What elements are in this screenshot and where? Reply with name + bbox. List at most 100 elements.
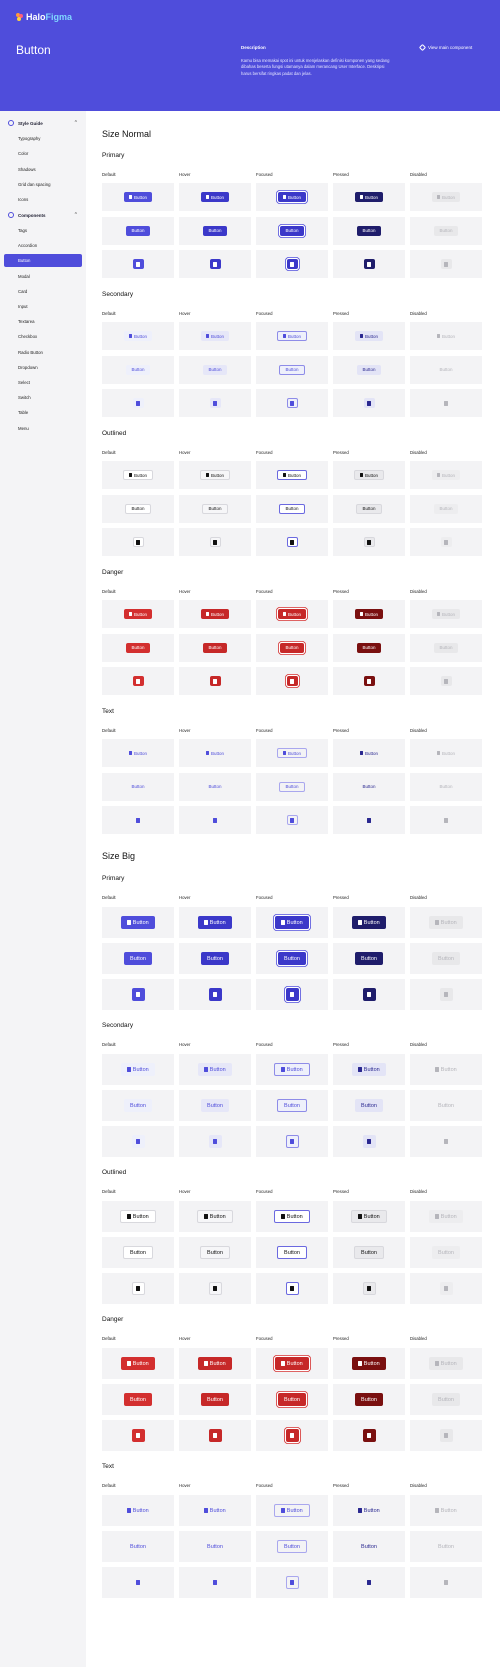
outlined-button-hover-with-icon[interactable]: Button — [199, 470, 230, 480]
sidebar-item-accordion[interactable]: Accordion — [18, 243, 37, 248]
danger-button-default-label-only[interactable]: Button — [126, 642, 150, 653]
secondary-button-focused-with-icon[interactable]: Button — [276, 331, 307, 341]
sidebar-item-menu[interactable]: Menu — [18, 426, 29, 431]
view-main-component-link[interactable]: View main component — [418, 43, 472, 52]
text-button-focused-icon-only[interactable] — [285, 1576, 299, 1589]
sidebar-item-input[interactable]: Input — [18, 304, 28, 309]
sidebar-item-card[interactable]: Card — [18, 289, 27, 294]
secondary-button-focused-label-only[interactable]: Button — [277, 1099, 307, 1112]
outlined-button-hover-icon-only[interactable] — [208, 1282, 222, 1295]
sidebar-item-table[interactable]: Table — [18, 410, 28, 415]
danger-button-pressed-icon-only[interactable] — [362, 1429, 376, 1442]
secondary-button-hover-with-icon[interactable]: Button — [200, 331, 229, 341]
secondary-button-default-label-only[interactable]: Button — [126, 364, 150, 375]
primary-button-hover-icon-only[interactable] — [209, 259, 221, 269]
secondary-button-default-label-only[interactable]: Button — [124, 1099, 152, 1112]
sidebar-item-button[interactable]: Button — [4, 254, 82, 268]
secondary-button-default-with-icon[interactable]: Button — [121, 1063, 155, 1076]
sidebar-item-modal[interactable]: Modal — [18, 274, 30, 279]
danger-button-hover-label-only[interactable]: Button — [203, 642, 227, 653]
danger-button-pressed-with-icon[interactable]: Button — [354, 609, 383, 619]
secondary-button-hover-label-only[interactable]: Button — [201, 1099, 229, 1112]
secondary-button-pressed-with-icon[interactable]: Button — [354, 331, 383, 341]
sidebar-item-radio-button[interactable]: Radio Button — [18, 350, 43, 355]
outlined-button-default-icon-only[interactable] — [132, 537, 144, 547]
secondary-button-hover-with-icon[interactable]: Button — [198, 1063, 232, 1076]
text-button-pressed-icon-only[interactable] — [363, 1576, 376, 1589]
sidebar-item-select[interactable]: Select — [18, 380, 30, 385]
secondary-button-pressed-icon-only[interactable] — [362, 1135, 376, 1148]
danger-button-hover-with-icon[interactable]: Button — [198, 1357, 232, 1370]
outlined-button-focused-label-only[interactable]: Button — [277, 1246, 307, 1259]
danger-button-default-with-icon[interactable]: Button — [121, 1357, 155, 1370]
text-button-hover-with-icon[interactable]: Button — [201, 748, 229, 758]
text-button-focused-with-icon[interactable]: Button — [276, 748, 307, 758]
outlined-button-hover-label-only[interactable]: Button — [202, 503, 228, 514]
primary-button-hover-label-only[interactable]: Button — [203, 225, 227, 236]
primary-button-pressed-icon-only[interactable] — [363, 259, 375, 269]
text-button-hover-label-only[interactable]: Button — [201, 1540, 229, 1553]
outlined-button-default-icon-only[interactable] — [131, 1282, 145, 1295]
danger-button-hover-icon-only[interactable] — [209, 676, 221, 686]
secondary-button-focused-icon-only[interactable] — [286, 398, 298, 408]
danger-button-focused-with-icon[interactable]: Button — [277, 609, 306, 619]
secondary-button-pressed-with-icon[interactable]: Button — [352, 1063, 386, 1076]
secondary-button-default-icon-only[interactable] — [131, 1135, 145, 1148]
sidebar-item-dropdown[interactable]: Dropdown — [18, 365, 38, 370]
sidebar-item-typography[interactable]: Typography — [18, 136, 40, 141]
sidebar-item-shadows[interactable]: Shadows — [18, 167, 36, 172]
sidebar-item-textarea[interactable]: Textarea — [18, 319, 34, 324]
danger-button-focused-label-only[interactable]: Button — [278, 1393, 306, 1406]
outlined-button-focused-with-icon[interactable]: Button — [276, 470, 307, 480]
primary-button-default-icon-only[interactable] — [132, 259, 144, 269]
secondary-button-pressed-label-only[interactable]: Button — [357, 364, 381, 375]
text-button-focused-icon-only[interactable] — [286, 815, 298, 825]
sidebar-item-checkbox[interactable]: Checkbox — [18, 334, 37, 339]
secondary-button-hover-icon-only[interactable] — [209, 398, 221, 408]
text-button-default-label-only[interactable]: Button — [126, 782, 149, 792]
secondary-button-hover-icon-only[interactable] — [208, 1135, 222, 1148]
text-button-pressed-with-icon[interactable]: Button — [355, 748, 383, 758]
primary-button-focused-with-icon[interactable]: Button — [277, 192, 306, 202]
outlined-button-focused-icon-only[interactable] — [285, 1282, 299, 1295]
primary-button-focused-label-only[interactable]: Button — [280, 225, 304, 236]
text-button-pressed-icon-only[interactable] — [364, 815, 375, 825]
outlined-button-pressed-label-only[interactable]: Button — [354, 1246, 384, 1259]
danger-button-default-label-only[interactable]: Button — [124, 1393, 152, 1406]
secondary-button-default-icon-only[interactable] — [132, 398, 144, 408]
sidebar-item-color[interactable]: Color — [18, 151, 28, 156]
text-button-default-with-icon[interactable]: Button — [121, 1504, 154, 1517]
danger-button-focused-label-only[interactable]: Button — [280, 642, 304, 653]
outlined-button-pressed-icon-only[interactable] — [363, 537, 375, 547]
text-button-default-icon-only[interactable] — [132, 1576, 145, 1589]
primary-button-default-with-icon[interactable]: Button — [123, 192, 152, 202]
primary-button-hover-icon-only[interactable] — [208, 988, 222, 1001]
primary-button-default-label-only[interactable]: Button — [126, 225, 150, 236]
secondary-button-focused-with-icon[interactable]: Button — [274, 1063, 310, 1076]
secondary-button-pressed-icon-only[interactable] — [363, 398, 375, 408]
primary-button-pressed-label-only[interactable]: Button — [357, 225, 381, 236]
sidebar-item-grid-dan-spacing[interactable]: Grid dan spacing — [18, 182, 51, 187]
primary-button-pressed-icon-only[interactable] — [362, 988, 376, 1001]
text-button-pressed-with-icon[interactable]: Button — [352, 1504, 385, 1517]
text-button-pressed-label-only[interactable]: Button — [357, 782, 380, 792]
danger-button-focused-icon-only[interactable] — [285, 1429, 299, 1442]
sidebar-item-switch[interactable]: Switch — [18, 395, 31, 400]
primary-button-pressed-with-icon[interactable]: Button — [352, 916, 386, 929]
sidebar-item-tags[interactable]: Tags — [18, 228, 27, 233]
outlined-button-pressed-with-icon[interactable]: Button — [351, 1210, 387, 1223]
secondary-button-hover-label-only[interactable]: Button — [203, 364, 227, 375]
primary-button-hover-with-icon[interactable]: Button — [200, 192, 229, 202]
text-button-focused-with-icon[interactable]: Button — [274, 1504, 310, 1517]
outlined-button-hover-label-only[interactable]: Button — [200, 1246, 230, 1259]
primary-button-default-label-only[interactable]: Button — [124, 952, 152, 965]
secondary-button-pressed-label-only[interactable]: Button — [355, 1099, 383, 1112]
danger-button-hover-with-icon[interactable]: Button — [200, 609, 229, 619]
text-button-focused-label-only[interactable]: Button — [277, 1540, 307, 1553]
danger-button-default-icon-only[interactable] — [132, 676, 144, 686]
text-button-pressed-label-only[interactable]: Button — [355, 1540, 383, 1553]
outlined-button-focused-icon-only[interactable] — [286, 537, 298, 547]
primary-button-focused-label-only[interactable]: Button — [278, 952, 306, 965]
primary-button-pressed-label-only[interactable]: Button — [355, 952, 383, 965]
primary-button-focused-icon-only[interactable] — [285, 988, 299, 1001]
